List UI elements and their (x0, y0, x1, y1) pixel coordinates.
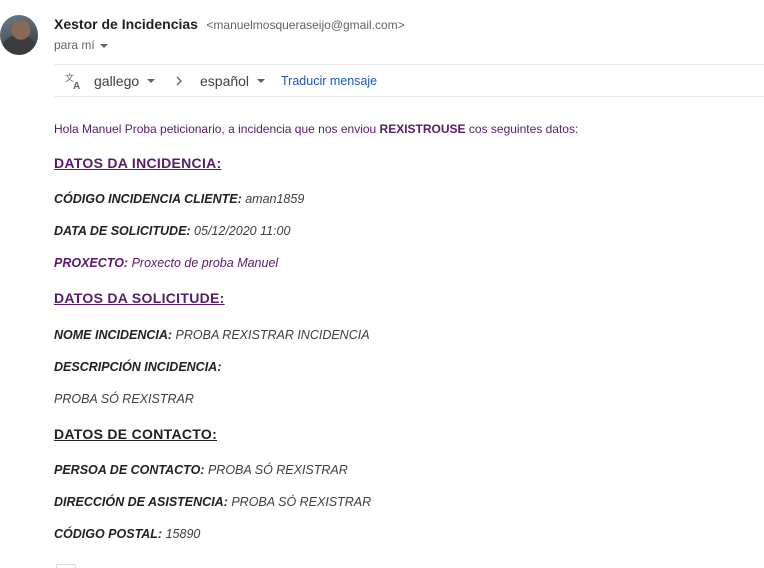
field-proxecto-label: PROXECTO: (54, 256, 129, 270)
source-language-label: gallego (94, 73, 140, 89)
field-descricion: DESCRIPCIÓN INCIDENCIA: (54, 360, 221, 374)
translate-message-link[interactable]: Traducir mensaje (281, 74, 377, 88)
field-data: DATA DE SOLICITUDE: 05/12/2020 11:00 (54, 224, 290, 238)
field-data-value: 05/12/2020 11:00 (190, 224, 291, 238)
field-descricion-label: DESCRIPCIÓN INCIDENCIA: (54, 360, 222, 374)
section-contacto-title: DATOS DE CONTACTO: (54, 426, 218, 442)
field-proxecto-value: Proxecto de proba Manuel (128, 256, 279, 270)
field-direccion: DIRECCIÓN DE ASISTENCIA: PROBA SÓ REXIST… (54, 495, 371, 509)
field-proxecto: PROXECTO: Proxecto de proba Manuel (54, 256, 278, 270)
greeting-highlight: REXISTROUSE (379, 122, 466, 136)
recipient-label: para mí (54, 38, 95, 52)
field-persoa: PERSOA DE CONTACTO: PROBA SÓ REXISTRAR (54, 463, 348, 477)
section-solicitude-title: DATOS DA SOLICITUDE: (54, 290, 225, 306)
recipient-caret-icon (99, 43, 108, 48)
field-nome-label: NOME INCIDENCIA: (54, 328, 173, 342)
source-language-select[interactable]: gallego (94, 73, 156, 89)
sender-name[interactable]: Xestor de Incidencias (54, 16, 198, 32)
greeting-prefix: Hola Manuel Proba peticionario, a incide… (54, 122, 380, 136)
field-codigo: CÓDIGO INCIDENCIA CLIENTE: aman1859 (54, 192, 304, 206)
svg-text:A: A (73, 81, 80, 90)
field-nome: NOME INCIDENCIA: PROBA REXISTRAR INCIDEN… (54, 328, 370, 342)
section-incidencia-title: DATOS DA INCIDENCIA: (54, 155, 222, 171)
greeting-text: Hola Manuel Proba peticionario, a incide… (54, 122, 578, 136)
recipient-details-toggle[interactable]: para mí (54, 38, 108, 52)
field-codigo-postal: CÓDIGO POSTAL: 15890 (54, 527, 200, 541)
field-codigo-label: CÓDIGO INCIDENCIA CLIENTE: (54, 192, 242, 206)
field-data-label: DATA DE SOLICITUDE: (54, 224, 191, 238)
target-language-label: español (200, 73, 250, 89)
partial-checkbox[interactable] (56, 564, 76, 568)
sender-email: <manuelmosqueraseijo@gmail.com> (206, 18, 405, 32)
field-nome-value: PROBA REXISTRAR INCIDENCIA (172, 328, 370, 342)
greeting-suffix: cos seguintes datos: (465, 122, 579, 136)
chevron-down-icon (257, 79, 266, 83)
sender-avatar[interactable] (0, 15, 38, 55)
chevron-right-icon (176, 76, 182, 86)
email-view: Xestor de Incidencias <manuelmosquerasei… (0, 0, 764, 568)
translate-icon: 文 A (65, 72, 80, 90)
field-codigo-postal-value: 15890 (162, 527, 201, 541)
sender-line: Xestor de Incidencias <manuelmosquerasei… (54, 16, 405, 34)
field-direccion-label: DIRECCIÓN DE ASISTENCIA: (54, 495, 228, 509)
field-persoa-label: PERSOA DE CONTACTO: (54, 463, 205, 477)
field-persoa-value: PROBA SÓ REXISTRAR (204, 463, 348, 477)
field-descricion-value: PROBA SÓ REXISTRAR (54, 392, 194, 406)
translate-bar: 文 A gallego español Traducir mensaje (54, 64, 764, 97)
field-direccion-value: PROBA SÓ REXISTRAR (227, 495, 372, 509)
target-language-select[interactable]: español (200, 73, 266, 89)
field-codigo-postal-label: CÓDIGO POSTAL: (54, 527, 163, 541)
chevron-down-icon (147, 79, 156, 83)
field-codigo-value: aman1859 (241, 192, 305, 206)
